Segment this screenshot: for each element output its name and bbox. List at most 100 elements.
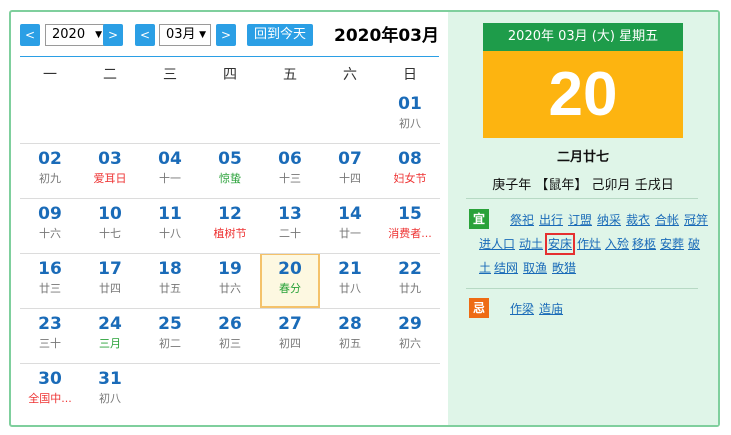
yi-activity-link[interactable]: 安床 [544,233,576,255]
back-to-today-button[interactable]: 回到今天 [247,24,313,46]
yi-activity-link[interactable]: 取渔 [523,260,547,276]
day-cell[interactable]: 19 廿六 [200,253,260,308]
lunar-label: 十一 [159,172,181,185]
yi-activity-link[interactable]: 合帐 [655,212,679,228]
day-cell[interactable]: 05 惊蛰 [200,143,260,198]
day-number: 15 [398,204,422,224]
day-number: 21 [338,259,362,279]
weekday-label: 六 [343,67,357,83]
day-number: 17 [98,259,122,279]
lunar-label: 十八 [159,227,181,240]
dropdown-arrow-icon: ▼ [199,30,206,40]
yi-activity-link[interactable]: 订盟 [568,212,592,228]
lunar-label: 廿四 [99,282,121,295]
lunar-label: 十六 [39,227,61,240]
yi-activity-link[interactable]: 进人口 [479,236,515,252]
row-divider [20,143,440,144]
day-cell[interactable]: 12 植树节 [200,198,260,253]
day-cell[interactable]: 06 十三 [260,143,320,198]
lunar-label: 春分 [279,282,301,295]
lunar-label: 初九 [39,172,61,185]
day-cell[interactable]: 26 初三 [200,308,260,363]
day-cell[interactable]: 14 廿一 [320,198,380,253]
day-cell[interactable]: 10 十七 [80,198,140,253]
day-cell[interactable]: 18 廿五 [140,253,200,308]
yi-activity-link[interactable]: 结网 [494,260,518,276]
lunar-label: 消费者... [388,227,432,240]
next-year-button[interactable]: > [103,24,123,46]
yi-activity-link[interactable]: 出行 [539,212,563,228]
month-value: 03月 [166,27,196,42]
day-cell[interactable]: 23 三十 [20,308,80,363]
day-number: 26 [218,314,242,334]
yi-activity-link[interactable]: 裁衣 [626,212,650,228]
day-cell[interactable]: 13 二十 [260,198,320,253]
lunar-label: 爱耳日 [93,172,127,185]
weekday-header: 一二三四五六日 [20,64,440,84]
lunar-label: 三十 [39,337,61,350]
lunar-label: 廿六 [219,282,241,295]
day-cell[interactable]: 09 十六 [20,198,80,253]
day-number: 01 [398,94,422,114]
day-cell[interactable]: 27 初四 [260,308,320,363]
day-cell[interactable]: 11 十八 [140,198,200,253]
ji-activity-link[interactable]: 作梁 [510,301,534,317]
day-number: 20 [278,259,302,279]
day-cell[interactable]: 07 十四 [320,143,380,198]
dropdown-arrow-icon: ▼ [95,30,102,40]
day-cell[interactable]: 04 十一 [140,143,200,198]
ganzhi-text: 庚子年 【鼠年】 己卯月 壬戌日 [492,178,674,193]
lunar-label: 初二 [159,337,181,350]
yi-activity-link[interactable]: 土 [479,260,491,276]
selected-day-number: 20 [483,51,683,138]
ji-badge: 忌 [469,298,489,318]
day-cell[interactable]: 15 消费者... [380,198,440,253]
day-cell[interactable]: 22 廿九 [380,253,440,308]
day-cell[interactable]: 31 初八 [80,363,140,418]
day-cell[interactable]: 21 廿八 [320,253,380,308]
prev-month-button[interactable]: < [135,24,155,46]
day-cell[interactable]: 02 初九 [20,143,80,198]
yi-activity-link[interactable]: 动土 [519,236,543,252]
lunar-label: 初六 [399,337,421,350]
lunar-label: 十四 [339,172,361,185]
day-cell[interactable]: 01 初八 [380,88,440,143]
day-cell[interactable]: 25 初二 [140,308,200,363]
ji-activity-link[interactable]: 造庙 [539,301,563,317]
yi-activity-link[interactable]: 畋猎 [552,260,576,276]
divider [466,288,698,289]
lunar-label: 廿五 [159,282,181,295]
day-cell[interactable]: 17 廿四 [80,253,140,308]
day-cell[interactable]: 30 全国中... [20,363,80,418]
day-cell-today[interactable]: 20 春分 [260,253,320,308]
day-cell[interactable]: 24 三月 [80,308,140,363]
month-select[interactable]: 03月 ▼ [159,24,211,46]
day-number: 13 [278,204,302,224]
day-cell[interactable]: 28 初五 [320,308,380,363]
yi-activity-link[interactable]: 移柩 [632,236,656,252]
day-cell[interactable]: 29 初六 [380,308,440,363]
yi-activity-link[interactable]: 入殓 [605,236,629,252]
yi-activity-link[interactable]: 纳采 [597,212,621,228]
day-cell[interactable]: 03 爱耳日 [80,143,140,198]
next-month-button[interactable]: > [216,24,236,46]
yi-activity-link[interactable]: 祭祀 [510,212,534,228]
lunar-label: 廿九 [399,282,421,295]
yi-activity-link[interactable]: 作灶 [577,236,601,252]
lunar-label: 三月 [99,337,121,350]
day-number: 23 [38,314,62,334]
prev-year-button[interactable]: < [20,24,40,46]
yi-activity-link[interactable]: 安葬 [660,236,684,252]
year-select[interactable]: 2020 ▼ [45,24,107,46]
day-cell[interactable]: 16 廿三 [20,253,80,308]
divider [466,198,698,199]
day-number: 25 [158,314,182,334]
day-number: 02 [38,149,62,169]
yi-activity-link[interactable]: 破 [688,236,700,252]
yi-activity-link[interactable]: 冠笄 [684,212,708,228]
day-cell[interactable]: 08 妇女节 [380,143,440,198]
day-number: 09 [38,204,62,224]
day-number: 27 [278,314,302,334]
weekday-label: 一 [43,67,57,83]
lunar-label: 全国中... [28,392,72,405]
